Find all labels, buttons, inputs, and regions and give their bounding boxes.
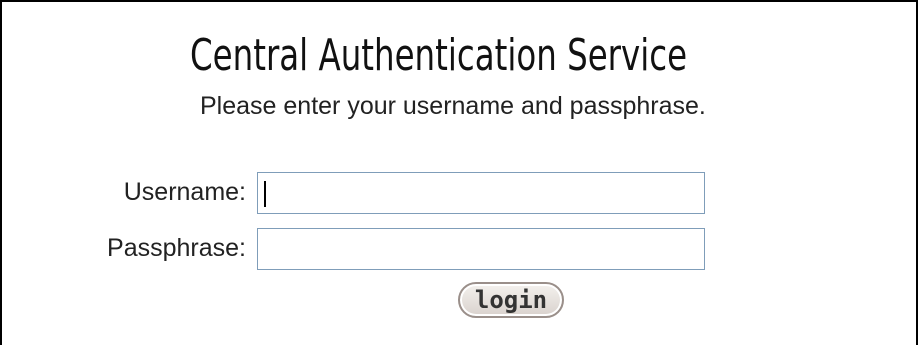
username-label: Username: (123, 178, 246, 206)
page-title: Central Authentication Service (190, 30, 688, 81)
username-row: Username: (0, 172, 918, 216)
passphrase-label: Passphrase: (107, 234, 246, 262)
passphrase-field[interactable] (257, 228, 705, 270)
page-subtitle: Please enter your username and passphras… (200, 92, 706, 120)
username-field[interactable] (257, 172, 705, 214)
text-cursor (264, 181, 266, 207)
login-button[interactable]: login (458, 282, 564, 318)
passphrase-row: Passphrase: (0, 228, 918, 272)
